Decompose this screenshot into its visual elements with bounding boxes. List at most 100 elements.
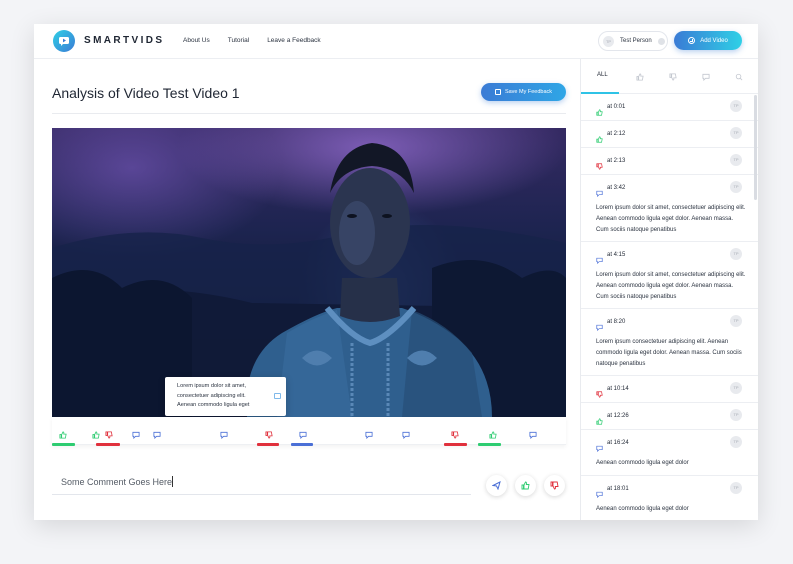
feedback-list-item[interactable]: at 8:20 TP Lorem ipsum consectetuer adipis… <box>581 309 758 376</box>
avatar: TP <box>730 154 742 166</box>
nav-leave-feedback[interactable]: Leave a Feedback <box>267 37 320 44</box>
plus-circle-icon <box>688 37 696 44</box>
tab-all[interactable]: ALL <box>597 72 608 78</box>
feedback-list-item[interactable]: at 12:26 TP <box>581 403 758 430</box>
comment-icon <box>596 439 603 457</box>
avatar: TP <box>730 409 742 421</box>
timeline-marker[interactable] <box>220 426 229 440</box>
thumbs-down-icon <box>550 481 559 490</box>
comment-icon <box>596 324 603 332</box>
feedback-list-item[interactable]: at 2:12 TP <box>581 121 758 148</box>
feedback-time: at 10:14 <box>607 386 629 392</box>
feedback-text: Aenean commodo ligula eget dolor <box>596 460 689 466</box>
tooltip-text: Aenean commodo ligula eget <box>177 402 250 408</box>
avatar: TP <box>730 382 742 394</box>
scrollbar[interactable] <box>754 95 757 200</box>
comment-icon <box>596 445 603 453</box>
logo-icon[interactable] <box>53 30 75 52</box>
like-button[interactable] <box>515 475 536 496</box>
page-title: Analysis of Video Test Video 1 <box>52 85 240 101</box>
add-video-label: Add Video <box>700 37 728 44</box>
tooltip-text: consectetuer adipiscing elit. <box>177 392 246 399</box>
timeline-marker[interactable] <box>489 426 498 439</box>
timeline-marker[interactable] <box>92 426 101 439</box>
user-menu[interactable]: TP Test Person <box>598 31 668 51</box>
feedback-time: at 0:01 <box>607 104 626 110</box>
thumbs-up-icon <box>596 130 603 148</box>
avatar: TP <box>730 127 742 139</box>
feedback-list-item[interactable]: at 3:42 TP Lorem ipsum dolor sit amet, con… <box>581 175 758 242</box>
comment-icon <box>402 431 410 440</box>
thumbs-down-icon <box>451 431 459 439</box>
feedback-timeline[interactable] <box>52 417 566 446</box>
add-video-button[interactable]: Add Video <box>674 31 742 50</box>
top-bar: SMARTVIDS About Us Tutorial Leave a Feed… <box>34 24 758 59</box>
feedback-time: at 4:15 <box>607 252 626 258</box>
tab-comments[interactable] <box>698 69 714 85</box>
feedback-list: at 0:01 TP at 2:12 TP at 2:13 TP at 3:42 TP Lore… <box>581 94 758 520</box>
nav-tutorial[interactable]: Tutorial <box>228 37 249 44</box>
timeline-range-bar <box>291 443 313 446</box>
comment-icon[interactable] <box>274 393 281 399</box>
timeline-marker[interactable] <box>402 426 411 440</box>
timeline-marker[interactable] <box>153 426 162 440</box>
thumbs-down-icon <box>596 385 603 403</box>
thumbs-down-icon <box>596 157 603 175</box>
user-close-icon[interactable] <box>658 38 665 45</box>
comment-icon <box>596 491 603 499</box>
timeline-marker[interactable] <box>365 426 374 440</box>
avatar: TP <box>730 248 742 260</box>
user-name: Test Person <box>620 38 652 44</box>
thumbs-up-icon <box>596 412 603 430</box>
tab-dislikes[interactable] <box>665 69 681 85</box>
save-feedback-button[interactable]: Save My Feedback <box>481 83 566 101</box>
feedback-list-item[interactable]: at 4:15 TP Lorem ipsum dolor sit amet, con… <box>581 242 758 309</box>
comment-input[interactable]: Some Comment Goes Here <box>52 469 471 495</box>
timeline-marker[interactable] <box>451 426 460 439</box>
search-icon <box>735 73 743 81</box>
nav-about-us[interactable]: About Us <box>183 37 210 44</box>
send-icon <box>492 481 501 490</box>
timeline-marker[interactable] <box>105 426 114 439</box>
comment-icon <box>596 190 603 198</box>
divider <box>52 113 566 114</box>
comment-icon <box>365 431 373 440</box>
avatar: TP <box>730 436 742 448</box>
feedback-list-item[interactable]: at 0:01 TP <box>581 94 758 121</box>
feedback-text: Lorem ipsum dolor sit amet, consectetuer… <box>596 272 746 300</box>
thumbs-up-icon <box>59 431 67 439</box>
feedback-list-item[interactable]: at 16:24 TP Aenean commodo ligula eget dol… <box>581 430 758 476</box>
feedback-list-item[interactable]: at 2:13 TP <box>581 148 758 175</box>
tab-search[interactable] <box>731 69 747 85</box>
timeline-marker[interactable] <box>265 426 274 439</box>
avatar: TP <box>730 315 742 327</box>
timeline-marker[interactable] <box>299 426 308 440</box>
thumbs-down-icon <box>596 391 603 398</box>
thumbs-up-icon <box>92 431 100 439</box>
feedback-list-item[interactable]: at 18:01 TP Aenean commodo ligula eget dol… <box>581 476 758 520</box>
dislike-button[interactable] <box>544 475 565 496</box>
video-player[interactable] <box>52 128 566 417</box>
tooltip-text: Lorem ipsum dolor sit amet, <box>177 383 247 389</box>
text-caret <box>172 476 174 487</box>
avatar: TP <box>603 36 614 47</box>
comment-icon <box>596 251 603 269</box>
timeline-marker[interactable] <box>132 426 141 440</box>
comment-icon <box>153 431 161 440</box>
comment-icon <box>596 184 603 202</box>
brand-name: SMARTVIDS <box>84 35 165 46</box>
feedback-tabs: ALL <box>581 59 758 94</box>
thumbs-down-icon <box>596 163 603 170</box>
feedback-list-item[interactable]: at 10:14 TP <box>581 376 758 403</box>
comment-icon <box>596 485 603 503</box>
send-button[interactable] <box>486 475 507 496</box>
timeline-marker[interactable] <box>529 426 538 440</box>
feedback-text: Aenean commodo ligula eget dolor <box>596 506 689 512</box>
app-window: SMARTVIDS About Us Tutorial Leave a Feed… <box>34 24 758 520</box>
timeline-marker[interactable] <box>59 426 68 439</box>
video-frame-image <box>52 143 566 417</box>
timeline-range-bar <box>96 443 120 446</box>
save-icon <box>494 89 501 95</box>
comment-icon <box>299 431 307 440</box>
tab-likes[interactable] <box>632 69 648 85</box>
